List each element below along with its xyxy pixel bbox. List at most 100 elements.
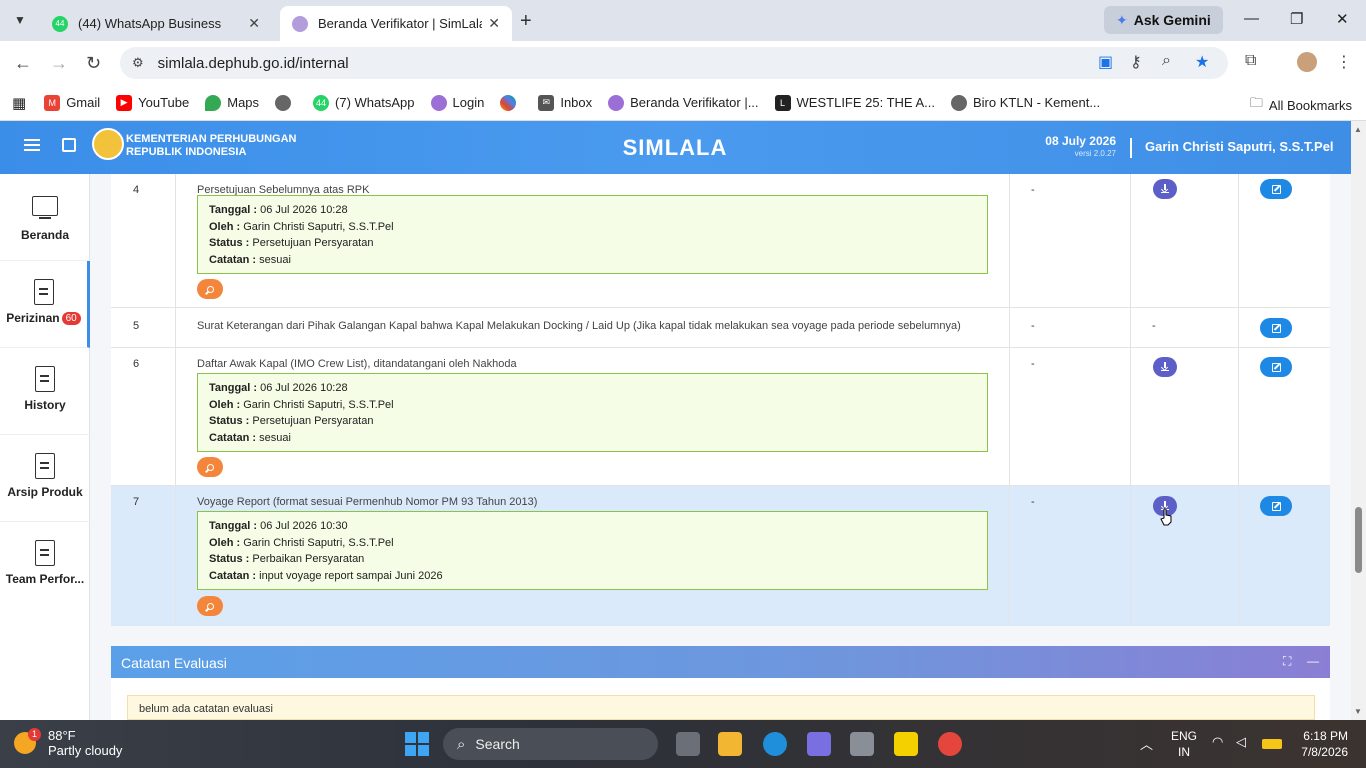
all-bookmarks-button[interactable]: 🗀 All Bookmarks — [1250, 94, 1352, 116]
reload-icon[interactable]: ↻ — [86, 53, 101, 74]
address-bar[interactable]: ⚙ simlala.dephub.go.id/internal — [120, 47, 1228, 79]
bookmark-globe[interactable] — [275, 94, 297, 111]
bookmark-whatsapp[interactable]: 44 (7) WhatsApp — [313, 94, 415, 111]
zoom-button[interactable] — [197, 279, 223, 299]
hamburger-menu-icon[interactable] — [24, 139, 40, 151]
youtube-icon: ▶ — [116, 94, 133, 111]
sidebar-item-beranda[interactable]: Beranda — [0, 174, 90, 261]
bookmark-login[interactable]: Login — [430, 94, 484, 111]
scroll-up-icon[interactable]: ▲ — [1354, 125, 1362, 134]
fullscreen-icon[interactable] — [62, 138, 76, 152]
sidebar-item-perizinan[interactable]: Perizinan 60 — [0, 261, 90, 348]
tab-whatsapp[interactable]: 44 (44) WhatsApp Business ✕ — [40, 6, 272, 41]
ministry-name: KEMENTERIAN PERHUBUNGAN REPUBLIK INDONES… — [126, 133, 297, 159]
back-icon[interactable]: ← — [14, 53, 32, 74]
restore-icon[interactable]: ❐ — [1290, 10, 1303, 28]
bookmark-maps[interactable]: Maps — [205, 94, 259, 111]
bookmark-youtube[interactable]: ▶ YouTube — [116, 94, 189, 111]
camera-icon[interactable] — [850, 732, 874, 756]
system-clock[interactable]: 6:18 PM 7/8/2026 — [1296, 728, 1348, 760]
document-icon — [35, 540, 55, 566]
tab-simlala[interactable]: Beranda Verifikator | SimLala ✕ — [280, 6, 512, 41]
windows-start-icon[interactable] — [405, 732, 429, 756]
app-icon[interactable] — [807, 732, 831, 756]
download-button[interactable] — [1153, 179, 1177, 199]
app-header: KEMENTERIAN PERHUBUNGAN REPUBLIK INDONES… — [0, 121, 1351, 174]
zoom-button[interactable] — [197, 596, 223, 616]
edit-button[interactable] — [1260, 318, 1292, 338]
zoom-button[interactable] — [197, 457, 223, 477]
password-key-icon[interactable]: ⚷ — [1130, 52, 1142, 72]
language-indicator[interactable]: ENG IN — [1170, 728, 1198, 760]
collapse-icon[interactable]: — — [1307, 654, 1319, 668]
user-name[interactable]: Garin Christi Saputri, S.S.T.Pel — [1145, 139, 1334, 154]
simlala-icon — [292, 15, 308, 32]
tab-search-button[interactable]: ▼ — [8, 8, 32, 32]
oleh-label: Oleh : — [209, 536, 241, 549]
header-version: versi 2.0.27 — [1074, 149, 1116, 158]
sidebar-item-team-performance[interactable]: Team Perfor... — [0, 522, 90, 609]
document-icon — [35, 366, 55, 392]
bookmark-inbox[interactable]: ✉ Inbox — [538, 94, 592, 111]
battery-icon[interactable] — [1262, 739, 1282, 749]
column-divider — [1009, 174, 1010, 626]
sidebar-item-arsip-produk[interactable]: Arsip Produk — [0, 435, 90, 522]
bookmark-gmail[interactable]: M Gmail — [44, 94, 100, 111]
clock-time: 6:18 PM — [1303, 729, 1348, 743]
tray-chevron-icon[interactable]: ︿ — [1140, 734, 1153, 753]
tab-title: (44) WhatsApp Business — [78, 16, 222, 31]
task-view-icon[interactable] — [676, 732, 700, 756]
bookmark-pinwheel[interactable] — [500, 94, 522, 111]
evaluation-notes-body: belum ada catatan evaluasi — [127, 695, 1315, 720]
panel-header: Catatan Evaluasi ⛶ — — [111, 646, 1330, 678]
minimize-icon[interactable]: — — [1244, 10, 1259, 27]
scroll-down-icon[interactable]: ▼ — [1354, 707, 1362, 716]
taskbar-search[interactable]: ⌕ Search — [443, 728, 658, 760]
sidebar: Beranda Perizinan 60 History Arsip Produk… — [0, 174, 90, 720]
window-close-icon[interactable]: ✕ — [1336, 10, 1349, 28]
status-value: Perbaikan Persyaratan — [252, 553, 365, 565]
edit-button[interactable] — [1260, 357, 1292, 377]
row-dash: - — [1031, 496, 1035, 508]
forward-icon[interactable]: → — [50, 53, 68, 74]
scroll-thumb[interactable] — [1355, 507, 1362, 573]
apps-grid-icon[interactable]: ▦ — [12, 94, 26, 112]
extensions-icon[interactable]: ⧉ — [1245, 52, 1256, 70]
new-tab-button[interactable]: + — [520, 10, 532, 33]
download-button[interactable] — [1153, 357, 1177, 377]
page-scrollbar[interactable]: ▲ ▼ — [1351, 121, 1366, 720]
bookmark-star-icon[interactable]: ★ — [1195, 52, 1209, 72]
row-dash: - — [1152, 320, 1156, 332]
browser-menu-icon[interactable]: ⋮ — [1336, 52, 1352, 72]
bookmark-westlife[interactable]: L WESTLIFE 25: THE A... — [774, 94, 935, 111]
close-icon[interactable]: ✕ — [248, 15, 260, 32]
wifi-icon[interactable]: ◠ — [1212, 734, 1223, 750]
header-date: 08 July 2026 — [1045, 134, 1116, 148]
close-icon[interactable]: ✕ — [488, 15, 500, 32]
weather-widget[interactable]: 1 88°F Partly cloudy — [14, 728, 122, 758]
bookmark-biro[interactable]: Biro KTLN - Kement... — [951, 94, 1100, 111]
zoom-icon[interactable]: ⌕ — [1162, 52, 1171, 70]
bookmark-beranda[interactable]: Beranda Verifikator |... — [608, 94, 759, 111]
profile-avatar[interactable] — [1297, 52, 1317, 72]
sticky-notes-icon[interactable] — [894, 732, 918, 756]
oleh-value: Garin Christi Saputri, S.S.T.Pel — [243, 220, 394, 233]
expand-icon[interactable]: ⛶ — [1283, 654, 1291, 669]
row-dash: - — [1031, 320, 1035, 332]
tanggal-value: 06 Jul 2026 10:28 — [260, 382, 348, 394]
catatan-value: sesuai — [259, 253, 291, 266]
install-app-icon[interactable]: ▣ — [1098, 52, 1113, 72]
sidebar-item-label: Perizinan — [6, 311, 60, 325]
ask-gemini-button[interactable]: ✦ Ask Gemini — [1104, 6, 1223, 34]
chrome-icon[interactable] — [938, 732, 962, 756]
site-info-icon[interactable]: ⚙ — [132, 55, 144, 71]
volume-icon[interactable]: ◁ — [1236, 734, 1246, 750]
sidebar-item-history[interactable]: History — [0, 348, 90, 435]
edit-button[interactable] — [1260, 179, 1292, 199]
file-explorer-icon[interactable] — [718, 732, 742, 756]
weather-icon: 1 — [14, 728, 41, 754]
login-icon — [430, 94, 447, 111]
edge-icon[interactable] — [763, 732, 787, 756]
tab-title: Beranda Verifikator | SimLala — [318, 16, 483, 31]
edit-button[interactable] — [1260, 496, 1292, 516]
